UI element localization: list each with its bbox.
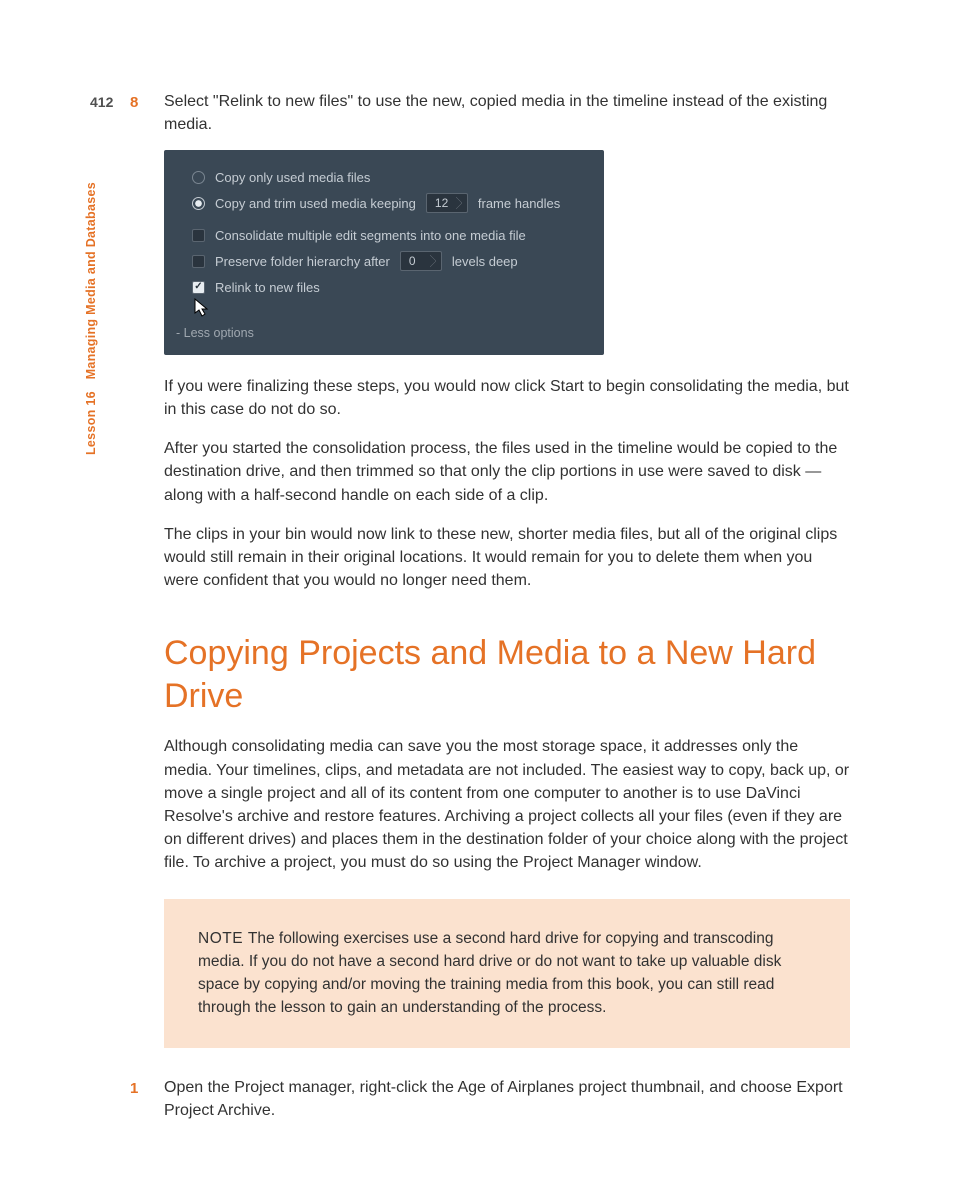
checkbox-icon [192, 229, 205, 242]
checkbox-label: Relink to new files [215, 276, 320, 299]
main-content: 8 Select "Relink to new files" to use th… [130, 90, 850, 1136]
less-options-toggle[interactable]: - Less options [176, 322, 586, 345]
step-text: Select "Relink to new files" to use the … [164, 90, 850, 136]
check-preserve-hierarchy[interactable]: Preserve folder hierarchy after 0 levels… [192, 248, 586, 274]
levels-deep-stepper[interactable]: 0 [400, 251, 442, 271]
step-number: 8 [130, 90, 164, 136]
lesson-number: Lesson 16 [84, 391, 98, 455]
checkbox-label: Consolidate multiple edit segments into … [215, 224, 526, 247]
body-paragraph: After you started the consolidation proc… [164, 437, 850, 507]
radio-label-pre: Copy and trim used media keeping [215, 192, 416, 215]
lesson-title: Managing Media and Databases [84, 182, 98, 379]
radio-icon [192, 171, 205, 184]
check-relink[interactable]: ✓ Relink to new files [192, 274, 586, 300]
running-head: Lesson 16 Managing Media and Databases [82, 182, 100, 455]
radio-icon [192, 197, 205, 210]
radio-label-post: frame handles [478, 192, 560, 215]
note-callout: NOTE The following exercises use a secon… [164, 899, 850, 1048]
ui-screenshot-panel: Copy only used media files Copy and trim… [164, 150, 604, 355]
note-label: NOTE [198, 930, 248, 947]
checkbox-icon [192, 255, 205, 268]
section-heading: Copying Projects and Media to a New Hard… [164, 632, 850, 717]
radio-copy-trim[interactable]: Copy and trim used media keeping 12 fram… [192, 190, 586, 216]
body-paragraph: The clips in your bin would now link to … [164, 523, 850, 593]
cursor-icon [194, 298, 210, 318]
body-paragraph: Although consolidating media can save yo… [164, 735, 850, 874]
radio-copy-only[interactable]: Copy only used media files [192, 164, 586, 190]
step-text: Open the Project manager, right-click th… [164, 1076, 850, 1122]
step-1: 1 Open the Project manager, right-click … [130, 1076, 850, 1122]
step-number: 1 [130, 1076, 164, 1122]
frame-handles-stepper[interactable]: 12 [426, 193, 468, 213]
check-consolidate[interactable]: Consolidate multiple edit segments into … [192, 222, 586, 248]
page-number: 412 [90, 92, 113, 112]
checkbox-label-post: levels deep [452, 250, 518, 273]
checkbox-icon: ✓ [192, 281, 205, 294]
checkbox-label-pre: Preserve folder hierarchy after [215, 250, 390, 273]
body-paragraph: If you were finalizing these steps, you … [164, 375, 850, 421]
note-text: The following exercises use a second har… [198, 930, 781, 1017]
step-8: 8 Select "Relink to new files" to use th… [130, 90, 850, 136]
radio-label: Copy only used media files [215, 166, 370, 189]
